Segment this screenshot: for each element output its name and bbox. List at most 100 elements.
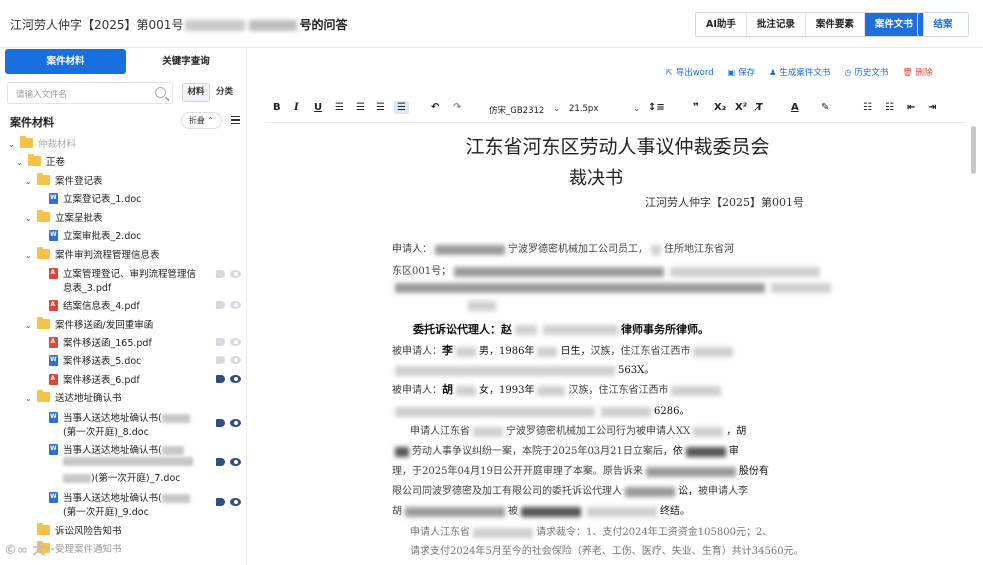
chevron-down-icon[interactable]: ⌄: [633, 104, 640, 114]
eye-icon[interactable]: [230, 356, 241, 364]
pdf-icon: [49, 374, 58, 385]
outdent-icon[interactable]: ⇤: [907, 102, 915, 113]
redo-icon[interactable]: ↷: [453, 102, 461, 113]
undo-icon[interactable]: ↶: [431, 102, 439, 113]
tree-folder-main[interactable]: ⌄ 正卷: [16, 154, 65, 168]
export-word-button[interactable]: ⇱ 导出word: [666, 66, 714, 78]
tree-folder-transfer[interactable]: ⌄ 案件移送函/发回重审函: [25, 317, 153, 331]
tag-icon[interactable]: [216, 338, 225, 346]
seg-material[interactable]: 材料: [182, 83, 210, 102]
doc-paragraph: 申请人江东省 请求裁令：1、支付2024年工资资金105800元；2、: [410, 527, 773, 538]
chevron-down-icon[interactable]: ⌄: [25, 177, 34, 186]
tag-icon[interactable]: [216, 458, 225, 466]
case-elements-button[interactable]: 案件要素: [806, 13, 865, 36]
tag-icon[interactable]: [216, 356, 225, 364]
subscript-icon[interactable]: X₂: [714, 102, 726, 113]
tag-icon[interactable]: [216, 419, 225, 427]
close-case-button[interactable]: 结案: [917, 12, 969, 37]
history-button[interactable]: ◷ 历史文书: [844, 66, 888, 78]
generate-document-button[interactable]: ♟ 生成案件文书: [769, 66, 830, 78]
tree-file[interactable]: 案件移送表_6.pdf: [49, 372, 140, 386]
tree-file[interactable]: 立案登记表_1.doc: [49, 191, 141, 205]
tab-case-materials[interactable]: 案件材料: [5, 49, 126, 74]
chevron-down-icon[interactable]: ⌄: [25, 394, 34, 403]
align-right-icon[interactable]: ☰: [376, 102, 385, 113]
save-button[interactable]: ▣ 保存: [728, 66, 756, 78]
redacted-text: [185, 20, 246, 31]
eye-icon[interactable]: [230, 458, 241, 466]
chevron-down-icon[interactable]: ⌄: [25, 251, 34, 260]
search-icon[interactable]: [155, 87, 166, 98]
font-color-icon[interactable]: A: [791, 102, 799, 113]
highlight-icon[interactable]: ✎: [821, 102, 829, 113]
tree-folder-risk-notice[interactable]: 诉讼风险告知书: [37, 523, 122, 537]
font-size-select[interactable]: 21.5px: [569, 104, 598, 114]
doc-paragraph: 东区001号；: [392, 262, 823, 277]
eye-icon[interactable]: [230, 270, 241, 278]
document-editor[interactable]: 江东省河东区劳动人事议仲裁委员会 裁决书 江河劳人仲字【2025】第001号 申…: [265, 124, 970, 565]
underline-button[interactable]: U: [314, 102, 322, 113]
align-left-icon[interactable]: ☰: [335, 102, 344, 113]
clear-format-icon[interactable]: T̸: [756, 102, 763, 113]
align-justify-icon[interactable]: ☰: [394, 101, 409, 114]
chevron-down-icon[interactable]: ⌄: [25, 214, 34, 223]
tree-file[interactable]: 案件移送函_165.pdf: [49, 335, 152, 349]
eye-icon[interactable]: [230, 419, 241, 427]
tree-file[interactable]: 当事人送达地址确认书(: [49, 490, 190, 504]
eye-icon[interactable]: [230, 338, 241, 346]
tag-icon[interactable]: [216, 301, 225, 309]
numbered-list-icon[interactable]: ☷: [885, 102, 894, 113]
tree-folder-arbitration[interactable]: ⌄ 仲裁材料: [8, 136, 76, 150]
bullet-list-icon[interactable]: ☷: [863, 102, 872, 113]
tab-keyword-search[interactable]: 关键字查询: [136, 49, 236, 74]
file-search-input[interactable]: 请输入文件名: [7, 82, 173, 104]
tree-file-continued: )(第一次开庭)_7.doc: [63, 470, 181, 484]
seg-category[interactable]: 分类: [216, 83, 233, 102]
tree-folder-trial-info[interactable]: ⌄ 案件审判流程管理信息表: [25, 247, 160, 261]
tag-icon[interactable]: [216, 375, 225, 383]
tree-file[interactable]: 案件移送表_5.doc: [49, 353, 141, 367]
ai-assistant-button[interactable]: AI助手: [696, 13, 747, 36]
tree-file[interactable]: 结案信息表_4.pdf: [49, 298, 140, 312]
chevron-down-icon[interactable]: ⌄: [25, 321, 34, 330]
font-family-select[interactable]: 仿宋_GB2312: [489, 104, 544, 116]
delete-button[interactable]: 🗑 删除: [902, 66, 932, 78]
tree-folder-delivery[interactable]: ⌄ 送达地址确认书: [25, 390, 122, 404]
tree-file-redacted-line: [63, 456, 193, 467]
tree-file[interactable]: 立案审批表_2.doc: [49, 228, 141, 242]
annotation-records-button[interactable]: 批注记录: [747, 13, 806, 36]
redacted-text: [543, 325, 618, 335]
bold-button[interactable]: B: [273, 102, 281, 113]
menu-icon[interactable]: [231, 116, 240, 124]
tag-icon[interactable]: [216, 270, 225, 278]
tree-folder-approval[interactable]: ⌄ 立案呈批表: [25, 210, 103, 224]
case-documents-button[interactable]: 案件文书: [864, 13, 923, 36]
redacted-text: [587, 506, 657, 517]
eye-icon[interactable]: [230, 301, 241, 309]
redacted-text: [249, 20, 298, 31]
chevron-down-icon[interactable]: ⌄: [8, 140, 17, 149]
align-center-icon[interactable]: ☰: [356, 102, 365, 113]
tag-icon[interactable]: [216, 498, 225, 506]
scrollbar[interactable]: [971, 126, 976, 174]
redacted-text: [651, 244, 661, 255]
chevron-down-icon[interactable]: ⌄: [16, 158, 25, 167]
fold-button[interactable]: 折叠 ⌃: [181, 112, 222, 129]
redacted-text: [63, 457, 193, 466]
tree-file[interactable]: 当事人送达地址确认书(: [49, 442, 184, 456]
tree-file[interactable]: 立案管理登记、审判流程管理信: [49, 266, 196, 280]
chevron-down-icon[interactable]: ⌄: [553, 104, 560, 114]
superscript-icon[interactable]: X²: [735, 102, 747, 113]
word-doc-icon: [49, 355, 58, 366]
redacted-text: [456, 385, 476, 396]
quote-icon[interactable]: ❞: [693, 102, 699, 113]
italic-button[interactable]: I: [294, 102, 299, 113]
sidebar: 案件材料 关键字查询 请输入文件名 材料 分类 案件材料 折叠 ⌃ ⌄ 仲裁材料 …: [0, 48, 247, 565]
redacted-text: [645, 466, 736, 477]
tree-folder-registration[interactable]: ⌄ 案件登记表: [25, 173, 103, 187]
line-height-icon[interactable]: ↕≡: [648, 102, 665, 113]
tree-file[interactable]: 当事人送达地址确认书(: [49, 410, 190, 424]
eye-icon[interactable]: [230, 498, 241, 506]
indent-icon[interactable]: ⇥: [928, 102, 936, 113]
eye-icon[interactable]: [230, 375, 241, 383]
